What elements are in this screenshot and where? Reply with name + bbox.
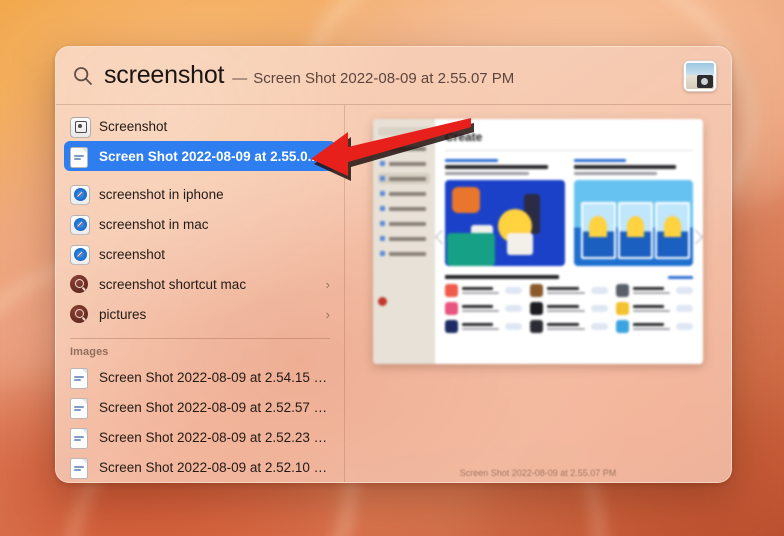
spotlight-window: screenshot — Screen Shot 2022-08-09 at 2… [55,46,732,483]
document-icon [70,427,88,449]
preview-sidebar-item [378,188,430,199]
preview-app-row [530,284,608,297]
chevron-right-icon[interactable]: › [326,278,330,291]
web-search-icon [70,274,88,293]
result-row-suggestion[interactable]: pictures › [64,299,336,329]
result-row-suggestion[interactable]: screenshot [64,239,336,269]
chevron-right-icon[interactable]: › [326,308,330,321]
annotation-arrow [308,118,476,181]
document-icon [70,146,88,168]
result-row-image[interactable]: Screen Shot 2022-08-09 at 2.52.23 P... [64,422,336,452]
preview-feature-cards [445,159,693,266]
search-icon [72,65,94,87]
result-label: screenshot shortcut mac [99,276,247,292]
screenshot-app-icon [70,116,91,138]
safari-icon [70,244,90,265]
result-label: Screen Shot 2022-08-09 at 2.54.15 PM [99,369,330,385]
thumb-camera [697,74,713,88]
preview-app-row [615,320,693,333]
preview-app-row [445,320,523,333]
preview-file-caption: Screen Shot 2022-08-09 at 2.55.07 PM [459,468,617,478]
safari-icon [70,184,90,205]
result-label: screenshot [99,246,166,262]
preview-sidebar-item-active [378,173,430,184]
preview-app-row [445,302,523,315]
result-row-top[interactable]: Screenshot [64,111,336,141]
result-row-suggestion[interactable]: screenshot in iphone [64,179,336,209]
search-completion-text: Screen Shot 2022-08-09 at 2.55.07 PM [253,70,515,87]
safari-icon [70,214,90,235]
result-row-image[interactable]: Screen Shot 2022-08-09 at 2.52.10 PM [64,452,336,482]
result-row-image[interactable]: Screen Shot 2022-08-09 at 2.52.57 PM [64,392,336,422]
preview-sidebar-item [378,233,430,244]
web-search-icon [70,304,88,323]
search-query-area[interactable]: screenshot — Screen Shot 2022-08-09 at 2… [104,61,673,90]
preview-sidebar-account [378,297,430,306]
preview-app-row [615,284,693,297]
preview-divider [445,150,693,151]
preview-sidebar-item [378,203,430,214]
spotlight-results-list[interactable]: Screenshot Screen Shot 2022-08-09 at 2.55… [56,105,345,482]
preview-content-title: Create [445,130,483,144]
result-label: pictures [99,306,147,322]
preview-card-artwork [573,180,693,266]
preview-card-artwork [445,180,565,266]
preview-app-row [445,284,523,297]
search-input[interactable]: screenshot [104,61,224,90]
preview-app-row [615,302,693,315]
results-spacer [56,171,344,179]
result-label: Screenshot [99,118,168,134]
preview-app-row [530,302,608,315]
spotlight-search-bar[interactable]: screenshot — Screen Shot 2022-08-09 at 2… [56,47,731,105]
preview-feature-card [445,159,565,266]
query-separator: — [232,70,248,87]
section-header-images: Images [70,346,109,358]
result-row-top[interactable]: Screen Shot 2022-08-09 at 2.55.0... [64,141,336,171]
preview-app-grid [445,284,693,333]
arrow-shape [311,118,471,176]
result-row-suggestion[interactable]: screenshot in mac [64,209,336,239]
document-icon [70,397,88,419]
result-row-image[interactable]: Screen Shot 2022-08-09 at 2.54.15 PM [64,362,336,392]
result-row-suggestion[interactable]: screenshot shortcut mac › [64,269,336,299]
preview-feature-card [573,159,693,266]
result-label: Screen Shot 2022-08-09 at 2.52.10 PM [99,459,330,475]
result-label: screenshot in iphone [99,186,224,202]
document-icon [70,457,88,479]
preview-app-row [530,320,608,333]
thumb-sky [686,62,714,76]
document-icon [70,367,88,389]
result-label: screenshot in mac [99,216,209,232]
result-label: Screen Shot 2022-08-09 at 2.52.57 PM [99,399,330,415]
photo-preview-icon[interactable] [683,59,717,92]
result-label: Screen Shot 2022-08-09 at 2.52.23 P... [99,429,330,445]
desktop-wallpaper: screenshot — Screen Shot 2022-08-09 at 2… [0,0,784,536]
result-label: Screen Shot 2022-08-09 at 2.55.0... [99,148,319,164]
preview-app-section [445,275,693,333]
preview-sidebar-item [378,248,430,259]
preview-sidebar-item [378,218,430,229]
